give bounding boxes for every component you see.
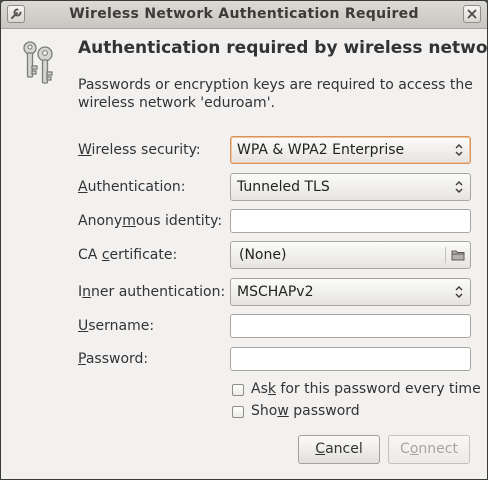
username-label: Username: [78, 318, 155, 334]
ask-password-label[interactable]: Ask for this password every time [251, 381, 481, 397]
authentication-combo[interactable]: Tunneled TLS [230, 173, 471, 201]
updown-arrows-icon [455, 144, 463, 156]
show-password-label[interactable]: Show password [251, 403, 360, 419]
updown-arrows-icon [455, 181, 463, 193]
wireless-security-combo[interactable]: WPA & WPA2 Enterprise [230, 136, 471, 164]
close-button[interactable] [463, 5, 481, 23]
inner-authentication-value: MSCHAPv2 [237, 284, 314, 300]
ask-password-checkbox[interactable] [232, 384, 244, 396]
window-title: Wireless Network Authentication Required [69, 6, 419, 22]
authentication-value: Tunneled TLS [237, 179, 330, 195]
folder-icon [451, 250, 465, 261]
password-input[interactable] [230, 347, 471, 371]
anonymous-identity-input[interactable] [230, 209, 471, 233]
ca-certificate-value: (None) [239, 247, 287, 263]
inner-authentication-combo[interactable]: MSCHAPv2 [230, 278, 471, 306]
wireless-security-value: WPA & WPA2 Enterprise [237, 142, 405, 158]
dialog-window: Wireless Network Authentication Required… [0, 0, 488, 480]
username-input[interactable] [230, 314, 471, 338]
connect-button[interactable]: Connect [388, 435, 470, 464]
anonymous-identity-label: Anonymous identity: [78, 213, 223, 229]
inner-authentication-label: Inner authentication: [78, 284, 226, 300]
show-password-checkbox[interactable] [232, 406, 244, 418]
titlebar[interactable]: Wireless Network Authentication Required [1, 1, 487, 29]
wireless-security-label: Wireless security: [78, 142, 201, 158]
file-chooser-separator [445, 247, 446, 263]
ca-certificate-file-chooser[interactable]: (None) [230, 241, 471, 269]
ca-certificate-label: CA certificate: [78, 247, 178, 263]
authentication-label: Authentication: [78, 179, 186, 195]
dialog-message: Passwords or encryption keys are require… [78, 77, 473, 111]
password-label: Password: [78, 351, 149, 367]
cancel-button[interactable]: Cancel [298, 435, 380, 464]
keys-icon [23, 41, 53, 84]
dialog-heading: Authentication required by wireless netw… [78, 38, 488, 58]
close-icon [467, 9, 477, 19]
updown-arrows-icon [455, 286, 463, 298]
